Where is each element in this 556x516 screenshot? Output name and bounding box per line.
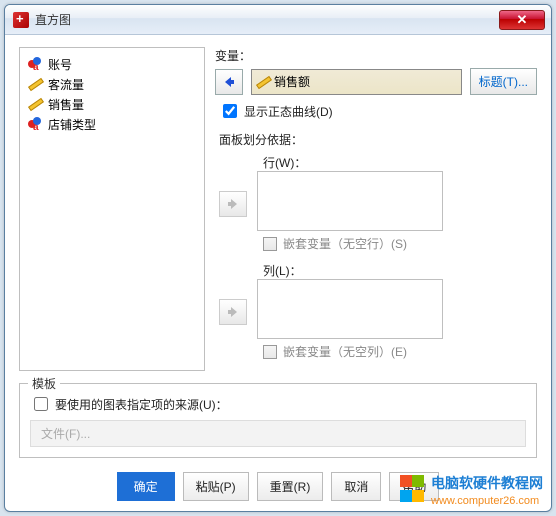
- app-icon: [13, 12, 29, 28]
- nominal-icon: a: [28, 117, 42, 131]
- normal-curve-checkbox[interactable]: 显示正态曲线(D): [219, 101, 537, 121]
- list-item[interactable]: a 店铺类型: [28, 114, 196, 134]
- scale-icon: [28, 77, 42, 91]
- variable-target-field[interactable]: 销售额: [251, 69, 462, 95]
- watermark-title: 电脑软硬件教程网: [431, 475, 543, 491]
- paste-button[interactable]: 粘贴(P): [183, 472, 249, 501]
- list-item[interactable]: a 账号: [28, 54, 196, 74]
- nest-rows-label: 嵌套变量（无空行）(S): [283, 235, 407, 252]
- ok-button[interactable]: 确定: [117, 472, 175, 501]
- var-label: 店铺类型: [48, 116, 96, 133]
- var-label: 账号: [48, 56, 72, 73]
- rows-list[interactable]: [257, 171, 443, 231]
- move-row-button[interactable]: [219, 191, 247, 217]
- source-variable-list[interactable]: a 账号 客流量 销售量 a 店铺类型: [19, 47, 205, 371]
- close-button[interactable]: ✕: [499, 10, 545, 30]
- normal-curve-input[interactable]: [223, 104, 237, 118]
- use-template-checkbox[interactable]: 要使用的图表指定项的来源(U)：: [30, 394, 526, 414]
- cancel-button[interactable]: 取消: [331, 472, 381, 501]
- title-bar[interactable]: 直方图 ✕: [5, 5, 551, 35]
- dialog-window: 直方图 ✕ a 账号 客流量 销售量 a 店铺类型: [4, 4, 552, 512]
- use-template-label: 要使用的图表指定项的来源(U)：: [55, 396, 228, 413]
- move-col-button[interactable]: [219, 299, 247, 325]
- list-item[interactable]: 客流量: [28, 74, 196, 94]
- nest-cols-label: 嵌套变量（无空列）(E): [283, 343, 407, 360]
- scale-icon: [256, 75, 270, 89]
- watermark-url: www.computer26.com: [431, 495, 539, 507]
- help-button[interactable]: 帮助: [389, 472, 439, 501]
- titles-button[interactable]: 标题(T)...: [470, 68, 537, 95]
- template-legend: 模板: [28, 375, 60, 392]
- arrow-right-icon: [226, 197, 240, 211]
- scale-icon: [28, 97, 42, 111]
- use-template-input[interactable]: [34, 397, 48, 411]
- nest-cols-checkbox: [263, 345, 277, 359]
- button-bar: 确定 粘贴(P) 重置(R) 取消 帮助 电脑软硬件教程网 www.comput…: [19, 472, 537, 501]
- move-variable-button[interactable]: [215, 69, 243, 95]
- window-title: 直方图: [35, 11, 71, 28]
- variable-value: 销售额: [274, 73, 310, 90]
- close-icon: ✕: [517, 12, 528, 28]
- arrow-right-icon: [226, 305, 240, 319]
- nominal-icon: a: [28, 57, 42, 71]
- reset-button[interactable]: 重置(R): [257, 472, 324, 501]
- cols-label: 列(L)：: [263, 262, 537, 279]
- normal-curve-label: 显示正态曲线(D): [244, 103, 333, 120]
- file-button: 文件(F)...: [30, 420, 526, 447]
- var-label: 销售量: [48, 96, 84, 113]
- list-item[interactable]: 销售量: [28, 94, 196, 114]
- nest-rows-checkbox: [263, 237, 277, 251]
- var-label: 客流量: [48, 76, 84, 93]
- cols-list[interactable]: [257, 279, 443, 339]
- template-group: 模板 要使用的图表指定项的来源(U)： 文件(F)...: [19, 383, 537, 458]
- rows-label: 行(W)：: [263, 154, 537, 171]
- variable-label: 变量：: [215, 47, 537, 64]
- panel-by-label: 面板划分依据：: [219, 131, 537, 148]
- arrow-left-icon: [222, 75, 236, 89]
